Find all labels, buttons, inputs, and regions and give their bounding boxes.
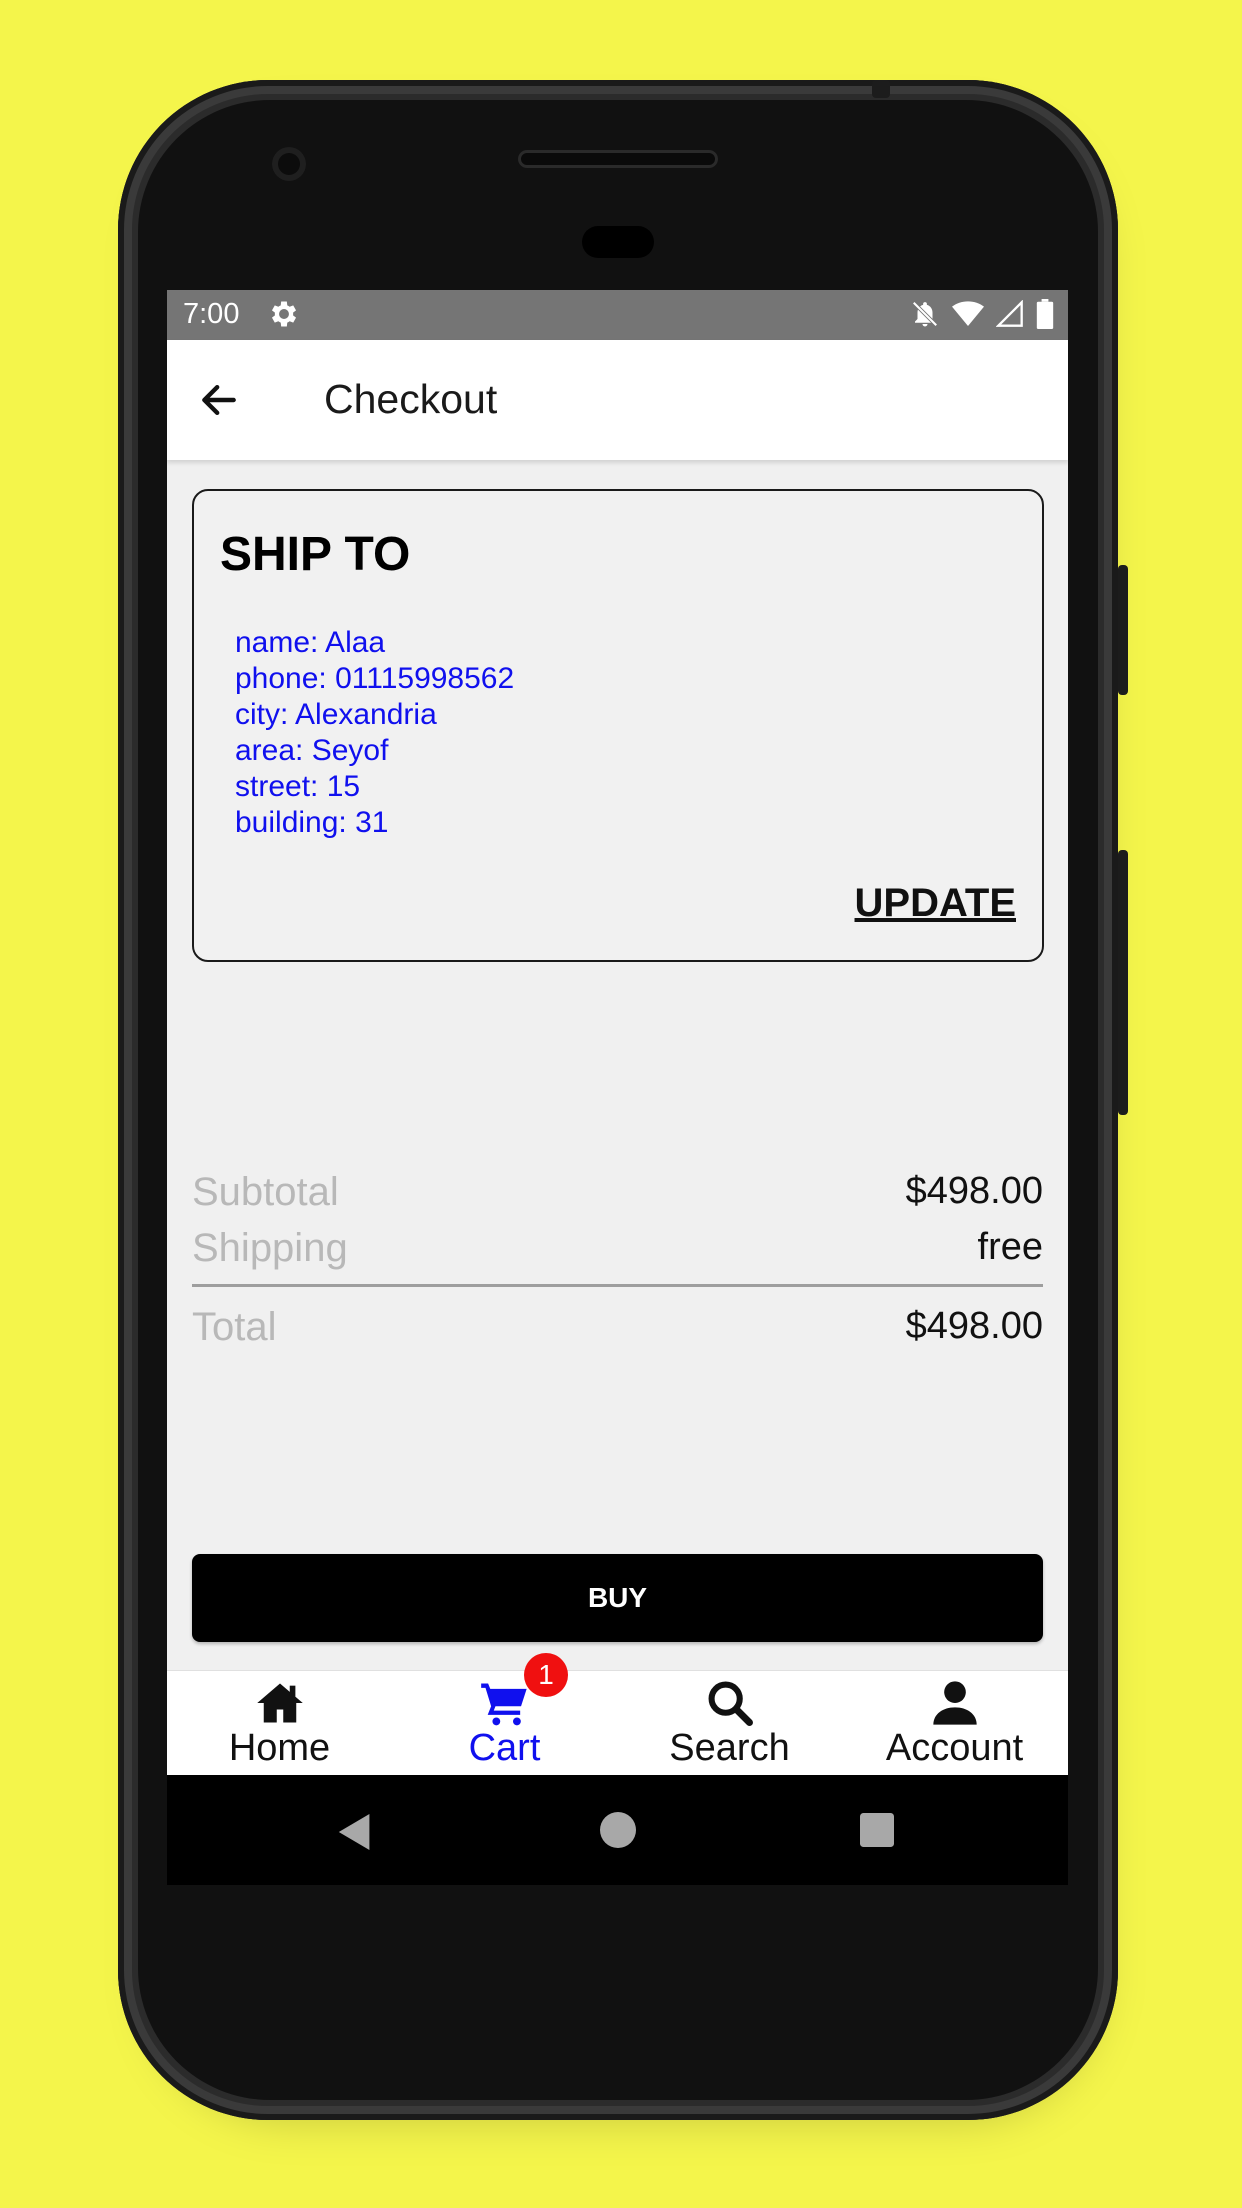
volume-button (1118, 850, 1128, 1115)
mute-notifications-icon (912, 301, 938, 327)
system-navigation-bar (167, 1775, 1068, 1885)
system-home-icon[interactable] (600, 1812, 636, 1848)
nav-account[interactable]: Account (842, 1671, 1067, 1776)
system-recents-icon[interactable] (860, 1813, 894, 1847)
nav-home[interactable]: Home (167, 1671, 392, 1776)
cell-signal-icon (996, 300, 1023, 327)
nav-account-label: Account (885, 1727, 1024, 1769)
subtotal-value: $498.00 (905, 1170, 1043, 1212)
address-building: building: 31 (235, 806, 389, 839)
address-street: street: 15 (235, 770, 361, 803)
cart-icon (480, 1683, 527, 1726)
cart-count-badge: 1 (524, 1653, 568, 1697)
shipping-label: Shipping (192, 1226, 348, 1270)
gear-icon (271, 301, 297, 327)
top-notch-button (872, 80, 890, 98)
power-button (1118, 565, 1128, 695)
address-city: city: Alexandria (235, 698, 437, 731)
nav-cart-label: Cart (468, 1727, 541, 1769)
address-phone: phone: 01115998562 (235, 662, 515, 695)
account-icon (932, 1681, 977, 1725)
front-camera (272, 147, 306, 181)
subtotal-label: Subtotal (192, 1170, 339, 1214)
screen: 7:00 Checkout SHIP TO name: Alaa phone: … (167, 290, 1068, 1885)
ship-to-heading: SHIP TO (220, 528, 411, 581)
home-icon (256, 1683, 303, 1723)
status-bar: 7:00 (167, 290, 1068, 340)
back-arrow-icon[interactable] (197, 378, 241, 422)
buy-button[interactable]: BUY (192, 1554, 1043, 1642)
nav-search[interactable]: Search (617, 1671, 842, 1776)
search-icon (708, 1681, 753, 1726)
battery-icon (1036, 299, 1054, 329)
total-label: Total (192, 1305, 277, 1349)
address-name: name: Alaa (235, 626, 386, 659)
status-time: 7:00 (183, 298, 240, 330)
proximity-sensor (582, 226, 654, 258)
total-value: $498.00 (905, 1305, 1043, 1347)
ship-to-card: SHIP TO name: Alaa phone: 01115998562 ci… (192, 489, 1044, 962)
wifi-icon (952, 301, 984, 326)
address-area: area: Seyof (235, 734, 389, 767)
bottom-navigation: Home 1 Cart Search Account (167, 1653, 1068, 1776)
nav-search-label: Search (669, 1727, 790, 1769)
summary-divider (192, 1284, 1043, 1287)
earpiece-speaker (518, 150, 718, 168)
update-address-button[interactable]: UPDATE (855, 881, 1016, 926)
address-details: name: Alaa phone: 01115998562 city: Alex… (235, 625, 514, 841)
nav-cart[interactable]: 1 Cart (392, 1653, 617, 1776)
page-title: Checkout (324, 376, 498, 422)
nav-home-label: Home (228, 1727, 331, 1769)
app-bar: Checkout (167, 340, 1068, 460)
system-back-icon[interactable] (337, 1812, 373, 1852)
status-icons (910, 299, 1054, 329)
shipping-value: free (977, 1226, 1043, 1268)
